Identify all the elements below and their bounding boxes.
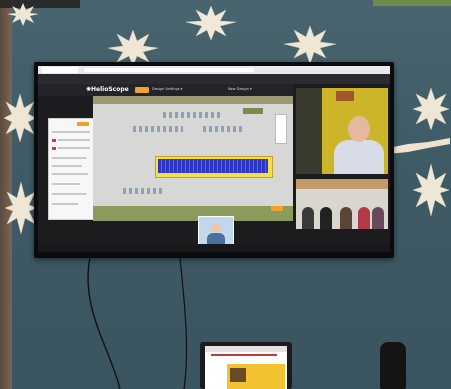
snowflake-icon [4, 181, 38, 235]
background-shelf [296, 88, 322, 174]
map-orange-button[interactable] [271, 206, 283, 211]
sidebar-red-marker [52, 139, 56, 142]
map-vegetation [93, 96, 293, 104]
solar-array[interactable] [158, 159, 268, 173]
sidebar-row[interactable] [52, 193, 86, 195]
meeting-controls [296, 236, 388, 251]
sidebar-row[interactable] [52, 173, 88, 175]
background-poster [336, 91, 354, 101]
group-participant [340, 207, 352, 229]
tablet-browser-header [205, 346, 287, 352]
tv-cables [87, 258, 188, 389]
tablet-headline [211, 354, 277, 356]
zoom-self-view[interactable] [198, 216, 234, 246]
participant-head [211, 223, 221, 233]
tablet-device [200, 342, 292, 389]
sidebar-row[interactable] [52, 131, 90, 133]
tv-screen: ✺HelioScope Design Settings ▾ New Design… [38, 66, 390, 252]
group-participant [302, 207, 314, 229]
tablet-card-image [230, 368, 246, 382]
helioscope-header: ✺HelioScope Design Settings ▾ New Design… [38, 84, 293, 96]
parked-cars-row [123, 188, 163, 194]
tablet-yellow-card[interactable] [227, 364, 285, 389]
map-grass [93, 206, 293, 221]
presenter-shirt [334, 140, 384, 174]
sidebar-row[interactable] [52, 203, 78, 205]
wall-mounted-tv: ✺HelioScope Design Settings ▾ New Design… [34, 62, 394, 258]
sidebar-row[interactable] [58, 139, 90, 141]
sidebar-orange-badge[interactable] [77, 122, 89, 126]
sidebar-row[interactable] [52, 157, 86, 159]
snowflake-icon [3, 93, 37, 143]
snowflake-icon [412, 87, 450, 131]
helioscope-logo: ✺HelioScope [86, 86, 129, 93]
snowflake-icon [7, 3, 39, 26]
parked-cars-row [203, 126, 243, 132]
snowflake-icon [107, 29, 159, 66]
map-vegetation [243, 108, 263, 114]
snowflake-icon [185, 5, 237, 41]
browser-tab-bar [38, 66, 390, 74]
paper-garland [388, 138, 450, 154]
sidebar-red-marker [52, 147, 56, 150]
sidebar-row[interactable] [58, 147, 90, 149]
sidebar-row[interactable] [52, 183, 80, 185]
orange-action-button[interactable] [135, 87, 149, 93]
group-participant [358, 207, 370, 229]
tablet-screen[interactable] [205, 346, 287, 389]
parked-cars-row [163, 112, 223, 118]
video-tile-group[interactable] [296, 179, 388, 229]
group-participant [372, 207, 384, 229]
group-room-ceiling [296, 179, 388, 189]
design-settings-menu[interactable]: Design Settings ▾ [152, 87, 182, 91]
design-sidebar [48, 118, 95, 220]
app-title-bar [38, 74, 390, 84]
taskbar [38, 244, 390, 252]
snowflake-icon [283, 25, 337, 64]
new-design-menu[interactable]: New Design ▾ [228, 87, 252, 91]
browser-tab[interactable] [42, 67, 78, 73]
parked-cars-row [133, 126, 183, 132]
smart-speaker [380, 342, 406, 389]
video-tile-presenter[interactable] [296, 88, 388, 174]
presenter-head [348, 116, 370, 142]
address-bar[interactable] [84, 68, 254, 72]
group-participant [320, 207, 332, 229]
snowflake-icon [412, 163, 450, 217]
satellite-map-canvas[interactable] [93, 96, 293, 221]
framed-picture-edge-right [373, 0, 451, 6]
sidebar-row[interactable] [52, 165, 82, 167]
map-zoom-controls[interactable] [275, 114, 287, 144]
